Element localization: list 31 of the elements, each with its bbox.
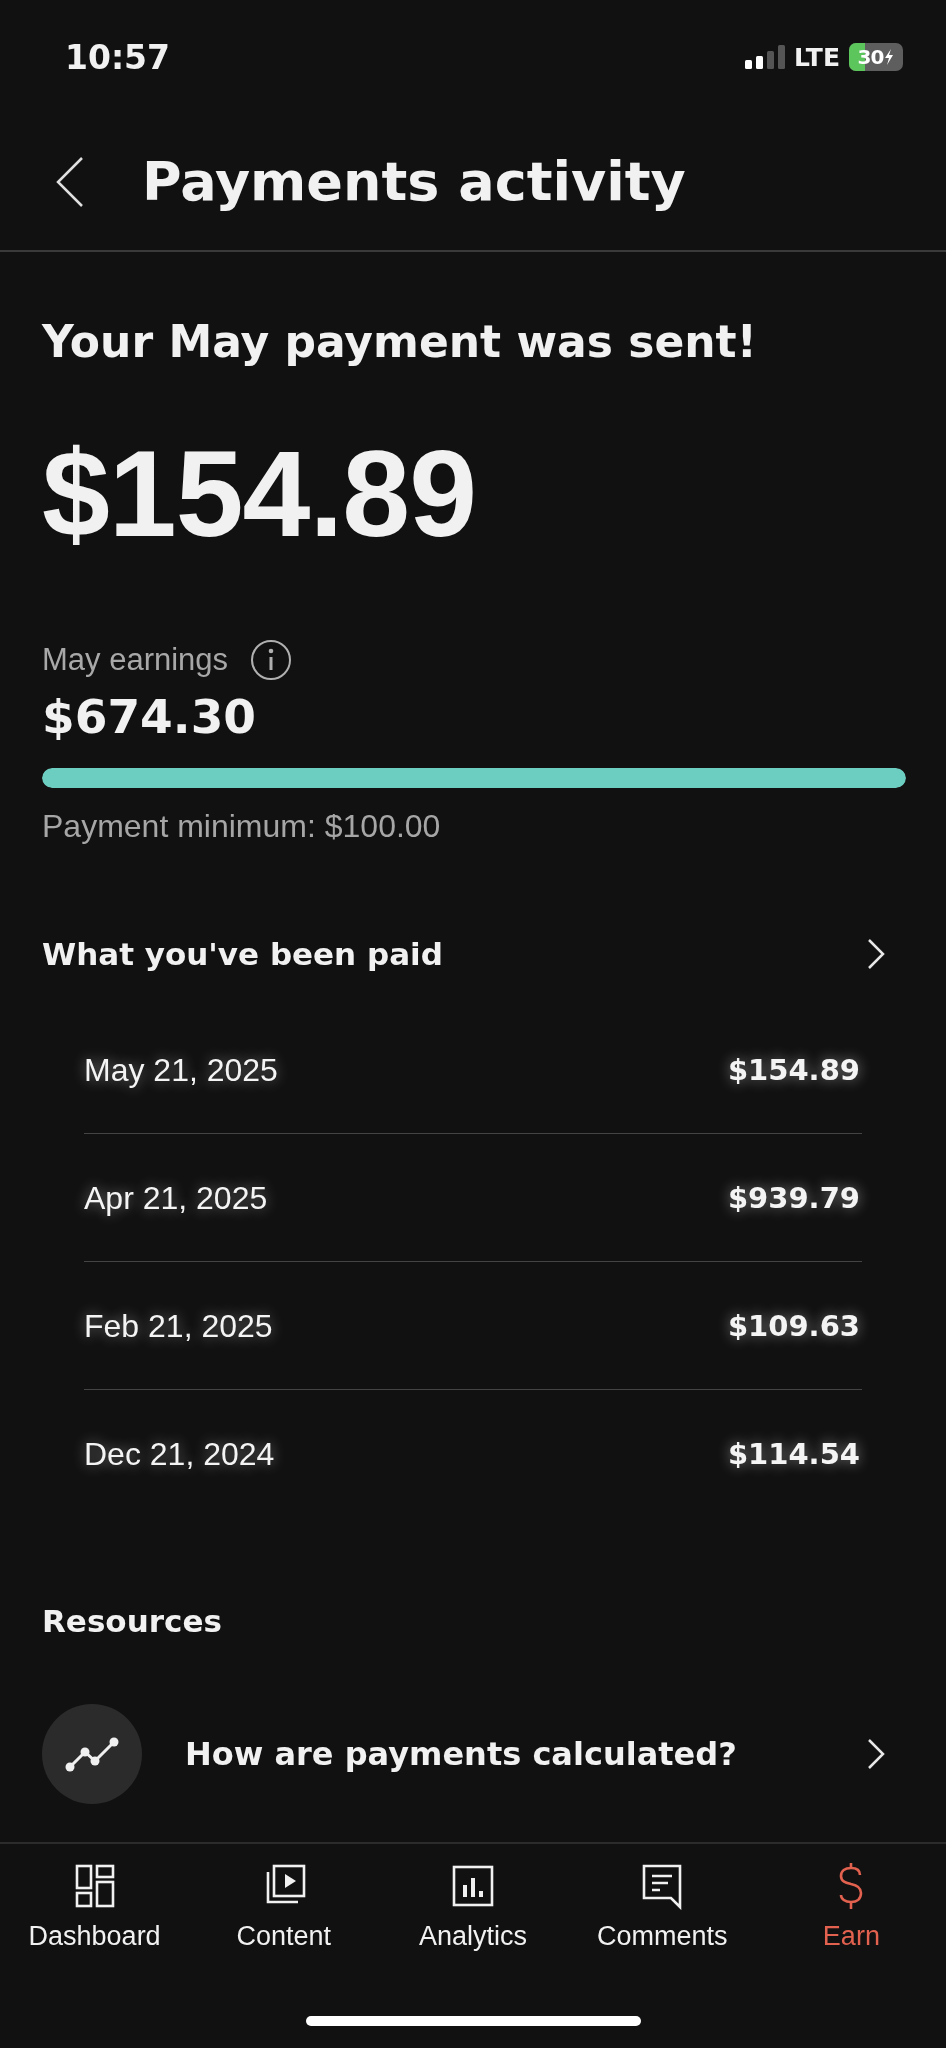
chevron-right-icon	[866, 1738, 886, 1770]
payment-headline: Your May payment was sent!	[42, 315, 757, 369]
payment-amount-large: $154.89	[42, 430, 476, 558]
payment-amount: $109.63	[727, 1307, 860, 1345]
nav-tab[interactable]: Dashboard	[0, 1844, 190, 1960]
info-icon[interactable]	[250, 639, 293, 681]
section-title: Resources	[42, 1602, 222, 1641]
resource-title: How are payments calculated?	[185, 1734, 737, 1775]
nav-tab[interactable]: Content	[189, 1844, 379, 1960]
signal-icon	[745, 45, 786, 69]
charging-bolt-icon	[884, 49, 895, 65]
payment-amount: $114.54	[727, 1436, 860, 1473]
payment-amount: $154.89	[727, 1051, 860, 1089]
payment-date: Apr 21, 2025	[84, 1178, 268, 1218]
payment-date: Dec 21, 2024	[84, 1435, 275, 1474]
earnings-label: May earnings	[42, 641, 229, 679]
nav-tab[interactable]: Earn	[756, 1844, 946, 1960]
payment-amount: $939.79	[727, 1179, 860, 1217]
back-icon[interactable]	[55, 156, 85, 208]
payment-date: May 21, 2025	[84, 1050, 278, 1090]
chevron-right-icon	[866, 938, 886, 970]
nav-tab[interactable]: Comments	[567, 1844, 757, 1960]
earnings-amount: $674.30	[42, 689, 257, 745]
nav-tab[interactable]: Analytics	[378, 1844, 568, 1960]
resource-link[interactable]: How are payments calculated?	[42, 1704, 906, 1804]
payment-history-link[interactable]: What you've been paid	[42, 932, 906, 976]
status-time: 10:57	[65, 37, 171, 77]
payment-minimum: Payment minimum: $100.00	[42, 808, 441, 844]
network-type: LTE	[794, 42, 840, 72]
payment-date: Feb 21, 2025	[84, 1306, 273, 1346]
page-title: Payments activity	[142, 149, 686, 215]
